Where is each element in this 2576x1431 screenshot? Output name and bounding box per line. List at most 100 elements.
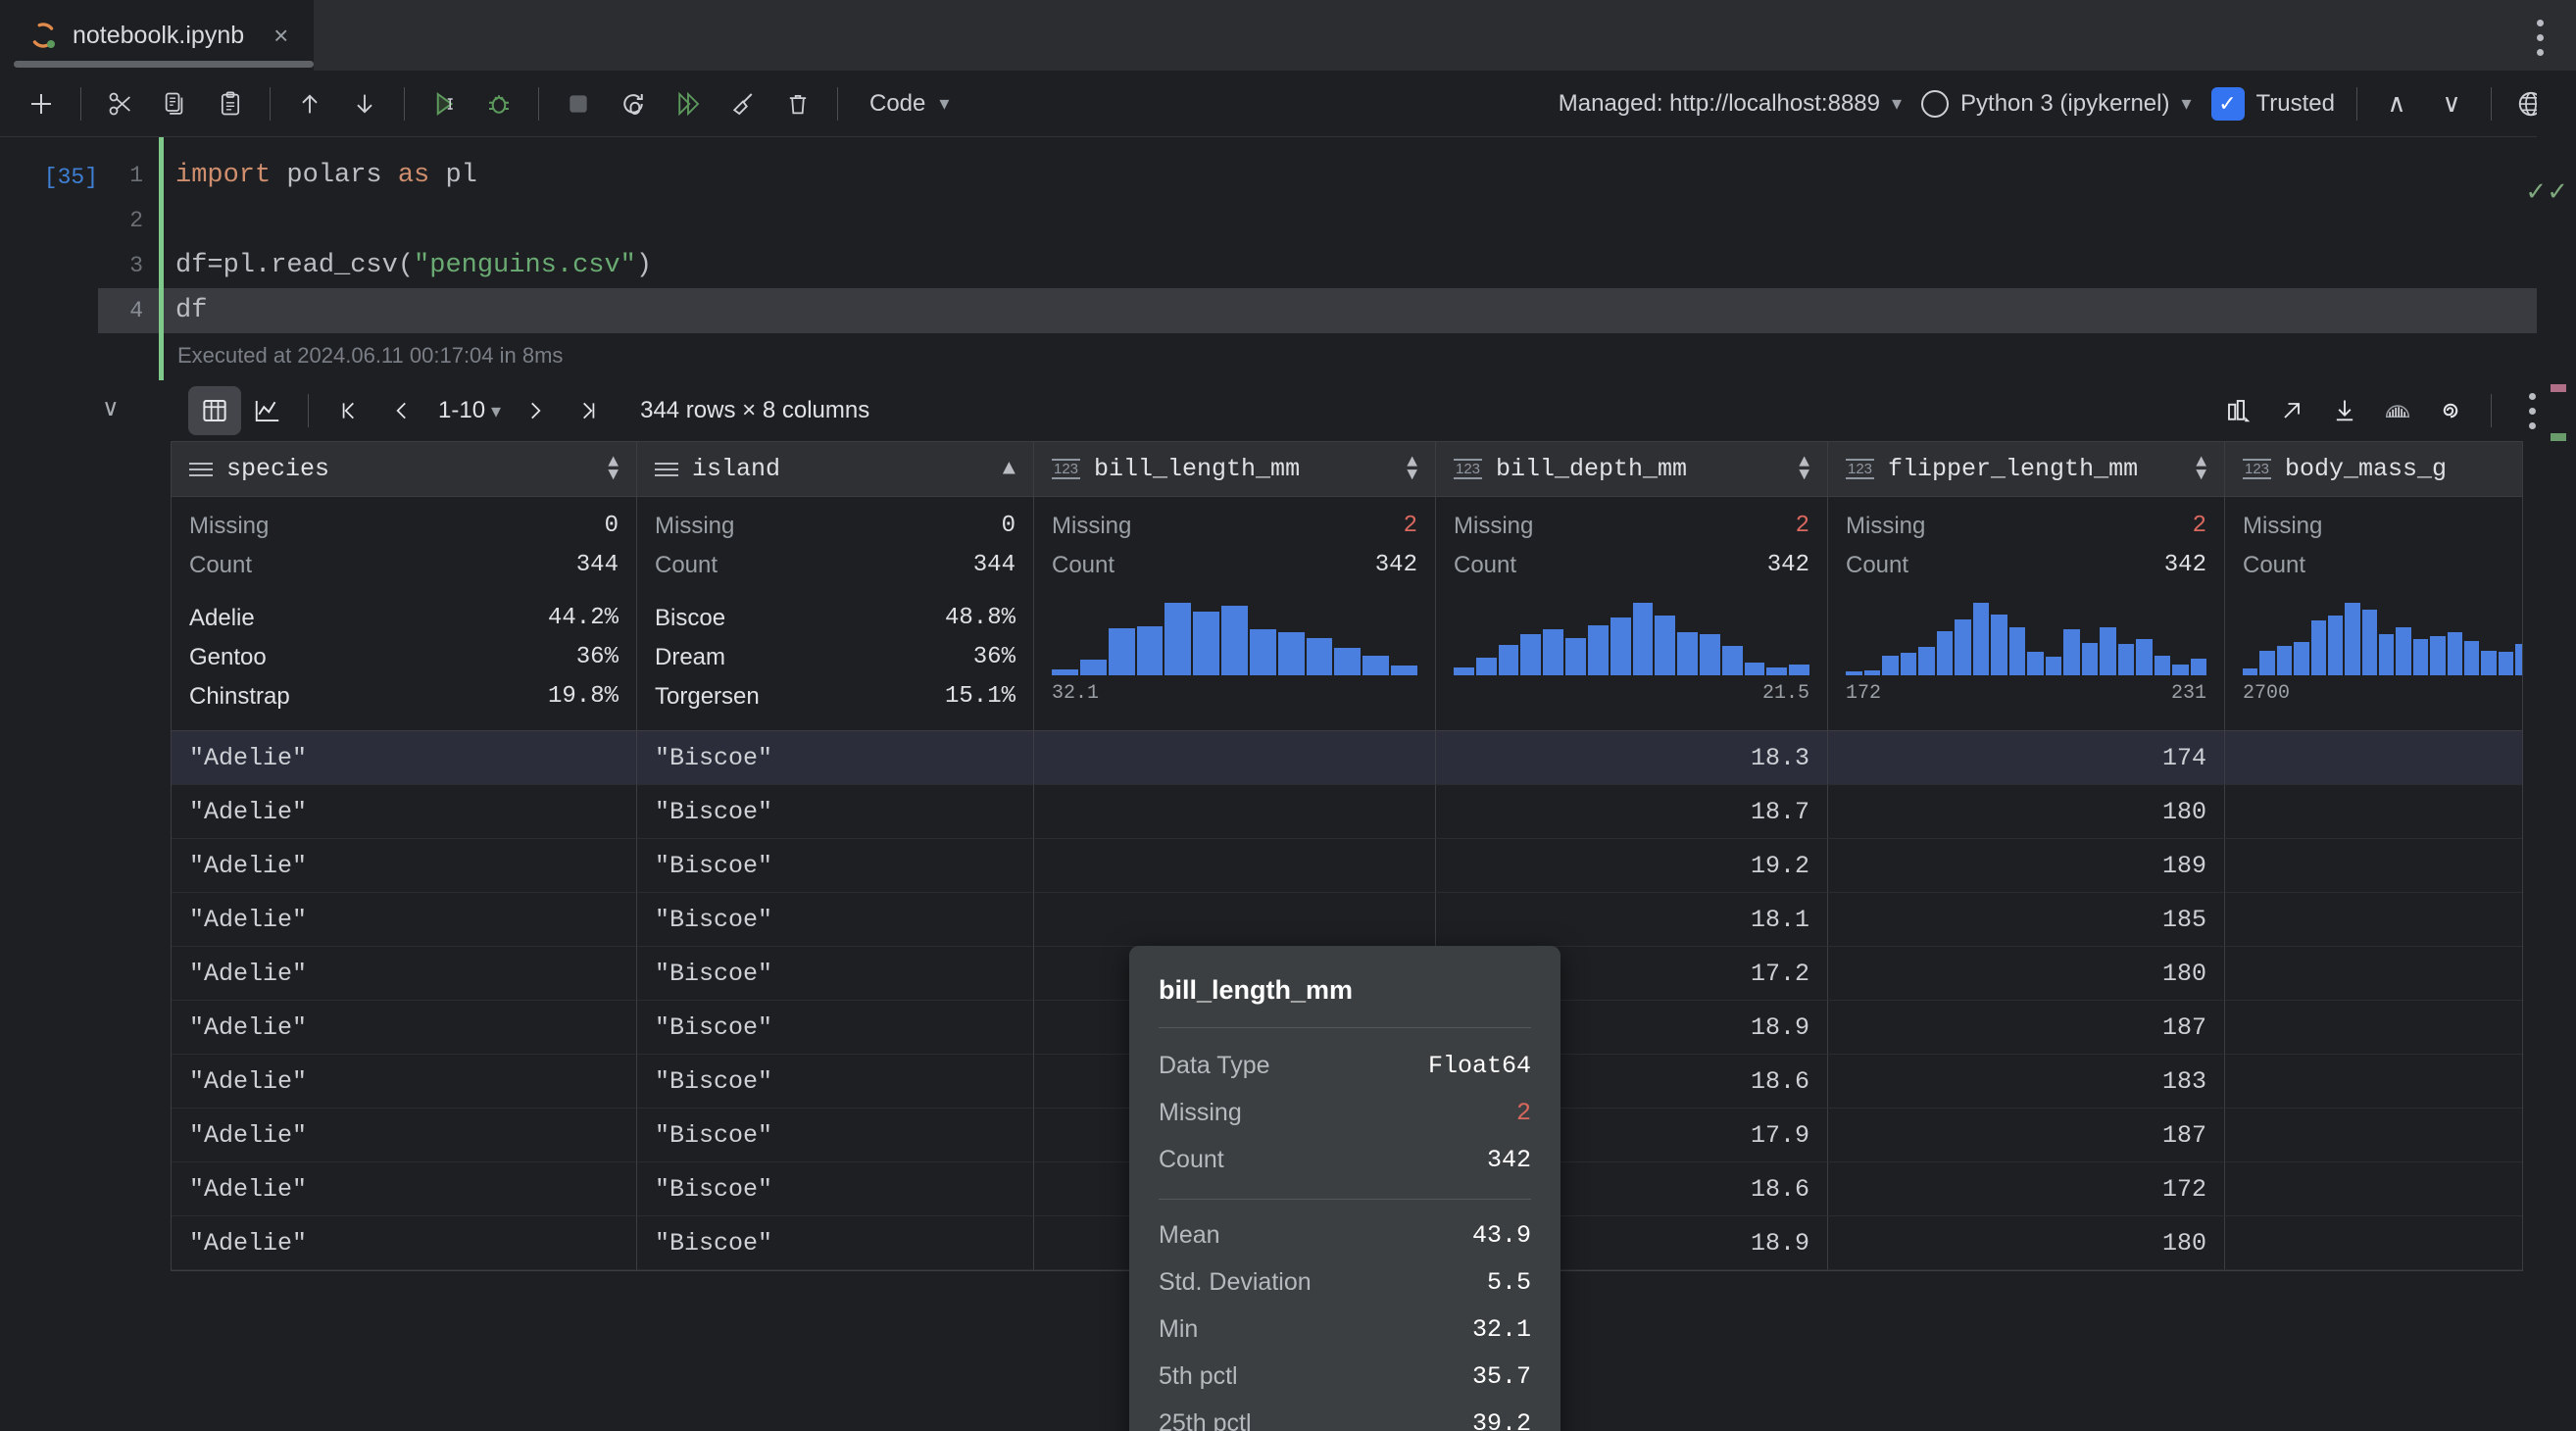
move-cell-down-button[interactable] xyxy=(337,76,392,131)
page-range-chevron-down-icon[interactable]: ▾ xyxy=(491,399,509,423)
stats-body_mass_g[interactable]: Missing 2 Count 342 2700 6300 xyxy=(2225,497,2522,730)
table-row[interactable]: "Adelie""Biscoe" 18.71803600 xyxy=(172,785,2522,839)
copy-button[interactable] xyxy=(148,76,203,131)
code-editor[interactable]: import polars as pl df=pl.read_csv("peng… xyxy=(164,137,2576,380)
table-view-button[interactable] xyxy=(188,386,241,435)
gutter-marker-warning[interactable] xyxy=(2551,384,2566,392)
code-line-3[interactable]: df=pl.read_csv("penguins.csv") xyxy=(164,243,2576,288)
histogram-bill_depth_mm[interactable]: 21.5 xyxy=(1454,603,1809,705)
table-cell[interactable]: "Adelie" xyxy=(172,785,637,839)
stats-species[interactable]: Missing 0 Count 344 Adelie 44.2% Gentoo xyxy=(172,497,637,730)
table-cell[interactable]: 3200 xyxy=(2225,1109,2522,1162)
first-page-button[interactable] xyxy=(322,386,375,435)
editor-tab-notebook[interactable]: noteboolk.ipynb × xyxy=(0,0,315,71)
table-cell[interactable]: 3950 xyxy=(2225,893,2522,947)
table-cell[interactable]: 3550 xyxy=(2225,1055,2522,1109)
table-cell[interactable]: 180 xyxy=(1828,947,2225,1001)
table-cell[interactable]: 189 xyxy=(1828,839,2225,893)
table-cell[interactable]: "Biscoe" xyxy=(637,785,1034,839)
code-line-1[interactable]: import polars as pl xyxy=(164,153,2576,198)
table-cell[interactable]: 3400 xyxy=(2225,731,2522,785)
debug-cell-button[interactable] xyxy=(471,76,526,131)
sort-ascending-icon[interactable]: ▲ xyxy=(1003,457,1016,481)
run-all-button[interactable] xyxy=(661,76,716,131)
heatmap-button[interactable] xyxy=(2371,386,2424,435)
table-cell[interactable]: 180 xyxy=(1828,785,2225,839)
table-row[interactable]: "Adelie""Biscoe" 18.11853950 xyxy=(172,893,2522,947)
table-cell[interactable]: 3150 xyxy=(2225,1162,2522,1216)
export-button[interactable] xyxy=(2318,386,2371,435)
cell-type-select[interactable]: Code ▾ xyxy=(850,90,963,118)
open-in-new-window-button[interactable] xyxy=(2265,386,2318,435)
table-cell[interactable] xyxy=(1034,731,1436,785)
table-cell[interactable]: 174 xyxy=(1828,731,2225,785)
table-cell[interactable]: "Biscoe" xyxy=(637,893,1034,947)
table-cell[interactable]: "Adelie" xyxy=(172,1055,637,1109)
table-cell[interactable]: "Adelie" xyxy=(172,1162,637,1216)
column-header-island[interactable]: island ▲ xyxy=(637,442,1034,496)
delete-cell-button[interactable] xyxy=(770,76,825,131)
clear-outputs-button[interactable] xyxy=(716,76,770,131)
table-cell[interactable]: 185 xyxy=(1828,893,2225,947)
table-cell[interactable]: "Adelie" xyxy=(172,839,637,893)
table-cell[interactable]: "Biscoe" xyxy=(637,1109,1034,1162)
table-row[interactable]: "Adelie""Biscoe" 19.21893800 xyxy=(172,839,2522,893)
table-cell[interactable]: "Biscoe" xyxy=(637,1162,1034,1216)
table-cell[interactable]: "Biscoe" xyxy=(637,1001,1034,1055)
table-cell[interactable]: 172 xyxy=(1828,1162,2225,1216)
stats-bill_length_mm[interactable]: Missing 2 Count 342 32.1 xyxy=(1034,497,1436,730)
table-cell[interactable]: 3800 xyxy=(2225,947,2522,1001)
column-header-flipper_length_mm[interactable]: 123 flipper_length_mm ▲ ▼ xyxy=(1828,442,2225,496)
chart-settings-button[interactable] xyxy=(2212,386,2265,435)
histogram-bill_length_mm[interactable]: 32.1 xyxy=(1052,603,1417,705)
run-cell-button[interactable] xyxy=(417,76,471,131)
table-cell[interactable]: "Biscoe" xyxy=(637,1055,1034,1109)
ai-assistant-button[interactable] xyxy=(2424,386,2477,435)
table-cell[interactable]: 3800 xyxy=(2225,1001,2522,1055)
table-cell[interactable]: "Biscoe" xyxy=(637,947,1034,1001)
notebook-cell[interactable]: [35] 1 2 3 4 import polars as pl df=pl.r… xyxy=(0,137,2576,380)
table-cell[interactable]: "Biscoe" xyxy=(637,731,1034,785)
sort-both-icon[interactable]: ▲ ▼ xyxy=(2196,454,2206,484)
trusted-toggle[interactable]: ✓ Trusted xyxy=(2202,86,2345,121)
table-cell[interactable]: 18.7 xyxy=(1436,785,1828,839)
table-cell[interactable]: 3600 xyxy=(2225,785,2522,839)
previous-page-button[interactable] xyxy=(375,386,428,435)
table-cell[interactable]: 19.2 xyxy=(1436,839,1828,893)
window-more-options-kebab[interactable] xyxy=(2525,20,2554,56)
table-cell[interactable]: 183 xyxy=(1828,1055,2225,1109)
code-line-4[interactable]: df xyxy=(164,288,2576,333)
column-header-body_mass_g[interactable]: 123 body_mass_g ▲▼ xyxy=(2225,442,2522,496)
sort-both-icon[interactable]: ▲ ▼ xyxy=(1799,454,1809,484)
table-cell[interactable] xyxy=(1034,839,1436,893)
stats-island[interactable]: Missing 0 Count 344 Biscoe 48.8% Dream 3… xyxy=(637,497,1034,730)
interrupt-kernel-button[interactable] xyxy=(551,76,606,131)
stats-flipper_length_mm[interactable]: Missing 2 Count 342 172 231 xyxy=(1828,497,2225,730)
column-header-bill_depth_mm[interactable]: 123 bill_depth_mm ▲ ▼ xyxy=(1436,442,1828,496)
chart-view-button[interactable] xyxy=(241,386,294,435)
table-cell[interactable]: 3950 xyxy=(2225,1216,2522,1270)
table-cell[interactable]: 18.3 xyxy=(1436,731,1828,785)
table-cell[interactable]: "Adelie" xyxy=(172,1001,637,1055)
histogram-flipper_length_mm[interactable]: 172 231 xyxy=(1846,603,2206,705)
stats-bill_depth_mm[interactable]: Missing 2 Count 342 21.5 xyxy=(1436,497,1828,730)
jupyter-server-select[interactable]: Managed: http://localhost:8889 ▾ xyxy=(1549,90,1911,118)
gutter-marker-info[interactable] xyxy=(2551,433,2566,441)
table-cell[interactable] xyxy=(1034,893,1436,947)
close-icon[interactable]: × xyxy=(273,23,288,48)
move-cell-up-button[interactable] xyxy=(282,76,337,131)
inspections-ok-icon[interactable]: ✓✓ xyxy=(2525,176,2568,207)
table-cell[interactable]: "Adelie" xyxy=(172,947,637,1001)
cut-button[interactable] xyxy=(93,76,148,131)
table-cell[interactable] xyxy=(1034,785,1436,839)
table-cell[interactable]: 180 xyxy=(1828,1216,2225,1270)
collapse-output-chevron-icon[interactable]: ∨ xyxy=(102,394,120,422)
table-cell[interactable]: 3800 xyxy=(2225,839,2522,893)
table-cell[interactable]: "Adelie" xyxy=(172,893,637,947)
table-cell[interactable]: "Adelie" xyxy=(172,731,637,785)
table-cell[interactable]: 187 xyxy=(1828,1001,2225,1055)
table-cell[interactable]: "Adelie" xyxy=(172,1109,637,1162)
table-cell[interactable]: "Biscoe" xyxy=(637,1216,1034,1270)
column-header-bill_length_mm[interactable]: 123 bill_length_mm ▲ ▼ xyxy=(1034,442,1436,496)
column-header-species[interactable]: species ▲ ▼ xyxy=(172,442,637,496)
